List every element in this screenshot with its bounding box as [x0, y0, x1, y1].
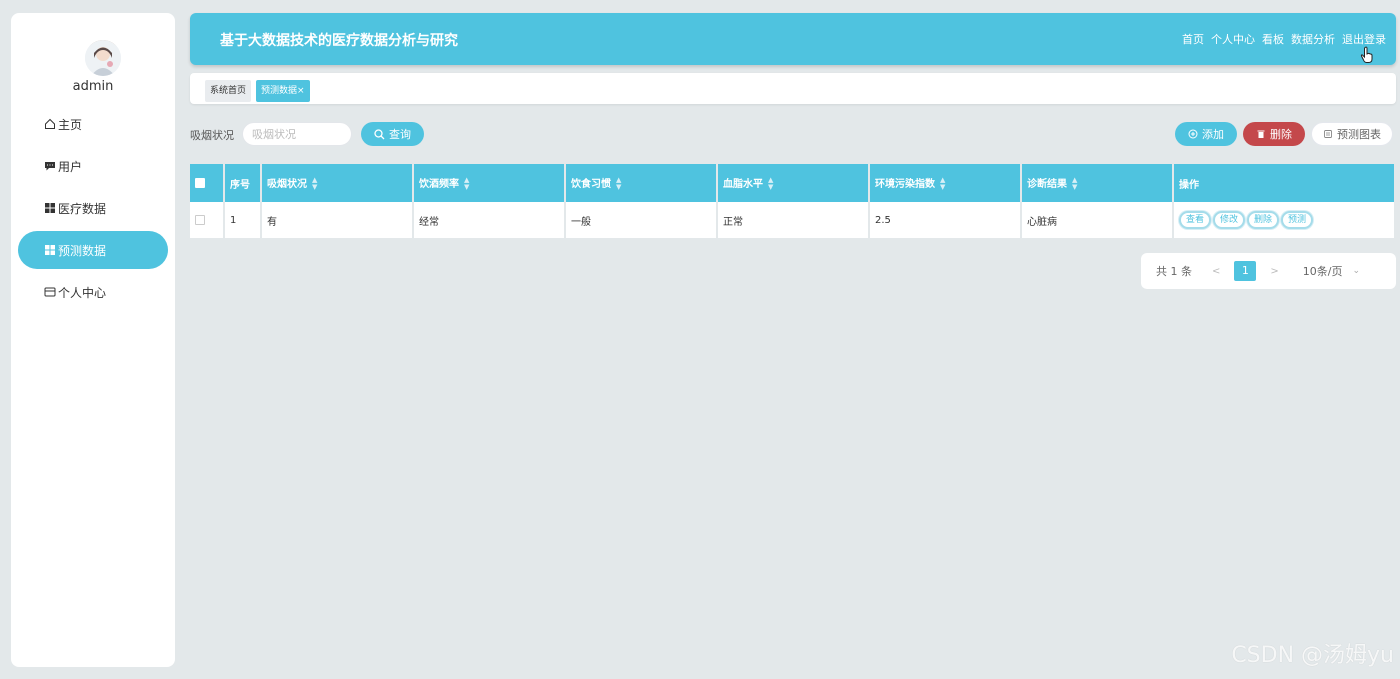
- sidebar: admin 主页 用户 医疗数据 预测数据 个人中心: [11, 13, 175, 667]
- watermark: CSDN @汤姆yu: [1231, 643, 1394, 668]
- search-icon: [374, 128, 385, 139]
- nav-dashboard-link[interactable]: 看板: [1262, 31, 1284, 47]
- nav-home-link[interactable]: 首页: [1182, 31, 1204, 47]
- select-all-checkbox[interactable]: [195, 177, 205, 188]
- sidebar-item-label: 医疗数据: [58, 201, 107, 216]
- sidebar-menu: 主页 用户 医疗数据 预测数据 个人中心: [11, 101, 175, 315]
- page-size-select[interactable]: 10条/页: [1303, 263, 1343, 279]
- query-button[interactable]: 查询: [361, 122, 424, 146]
- table-cell: 心脏病: [1022, 202, 1174, 238]
- sidebar-item-label: 预测数据: [58, 243, 107, 258]
- column-header-label: 序号: [230, 179, 250, 191]
- sidebar-item-label: 用户: [58, 159, 83, 174]
- chevron-down-icon[interactable]: ⌄: [1352, 266, 1360, 276]
- tabs-bar: 系统首页 预测数据×: [190, 73, 1396, 104]
- column-header[interactable]: 血脂水平 ▲ ▼: [718, 164, 870, 202]
- sort-icon[interactable]: ▲ ▼: [768, 177, 773, 191]
- column-header[interactable]: 环境污染指数 ▲ ▼: [870, 164, 1022, 202]
- add-button[interactable]: 添加: [1175, 122, 1237, 146]
- sort-icon[interactable]: ▲ ▼: [312, 177, 317, 191]
- pagination-total: 共 1 条: [1156, 265, 1192, 278]
- nav-logout-link[interactable]: 退出登录: [1342, 31, 1386, 47]
- page-number-button[interactable]: 1: [1234, 261, 1257, 281]
- delete-button[interactable]: 删除: [1243, 122, 1305, 146]
- table-cell: 2.5: [870, 202, 1022, 238]
- column-header[interactable]: 诊断结果 ▲ ▼: [1022, 164, 1174, 202]
- row-actions-cell: 查看 修改 删除 预测: [1174, 202, 1394, 238]
- avatar-image: [85, 40, 121, 76]
- table-cell: 有: [262, 202, 414, 238]
- sort-icon[interactable]: ▲ ▼: [940, 177, 945, 191]
- view-button[interactable]: 查看: [1179, 211, 1212, 229]
- sort-icon[interactable]: ▲ ▼: [616, 177, 621, 191]
- tab-prediction-data[interactable]: 预测数据×: [256, 80, 310, 102]
- chat-icon: [43, 160, 56, 173]
- column-header: 操作: [1174, 164, 1394, 202]
- column-header-label: 饮酒频率: [419, 179, 459, 190]
- sort-icon[interactable]: ▲ ▼: [464, 177, 469, 191]
- column-header[interactable]: 饮食习惯 ▲ ▼: [566, 164, 718, 202]
- table-cell: 经常: [414, 202, 566, 238]
- query-button-label: 查询: [389, 128, 411, 141]
- add-button-label: 添加: [1202, 128, 1224, 141]
- prediction-chart-button-label: 预测图表: [1337, 128, 1381, 141]
- table-cell: 一般: [566, 202, 718, 238]
- nav-personal-center-link[interactable]: 个人中心: [1211, 31, 1255, 47]
- column-header-label: 诊断结果: [1027, 179, 1067, 190]
- column-header-label: 操作: [1179, 179, 1199, 191]
- prediction-chart-button[interactable]: 预测图表: [1311, 122, 1393, 146]
- sidebar-item-users[interactable]: 用户: [18, 147, 168, 185]
- list-icon: [1324, 130, 1332, 138]
- avatar[interactable]: [85, 40, 121, 76]
- smoking-status-search-input[interactable]: [242, 122, 352, 146]
- pagination: 共 1 条 < 1 > 10条/页 ⌄: [1141, 253, 1396, 289]
- tab-system-home[interactable]: 系统首页: [205, 80, 252, 102]
- sort-icon[interactable]: ▲ ▼: [1072, 177, 1077, 191]
- search-label: 吸烟状况: [190, 129, 234, 142]
- sidebar-item-medical-data[interactable]: 医疗数据: [18, 189, 168, 227]
- delete-button-label: 删除: [1270, 128, 1292, 141]
- nav-data-analysis-link[interactable]: 数据分析: [1291, 31, 1335, 47]
- sidebar-item-home[interactable]: 主页: [18, 105, 168, 143]
- grid-icon: [43, 202, 56, 215]
- trash-icon: [1257, 130, 1265, 138]
- prev-page-icon[interactable]: <: [1212, 266, 1220, 277]
- column-header[interactable]: 吸烟状况 ▲ ▼: [262, 164, 414, 202]
- header-nav: 首页 个人中心 看板 数据分析 退出登录: [1182, 31, 1386, 47]
- predict-button[interactable]: 预测: [1281, 211, 1314, 229]
- card-icon: [43, 286, 56, 299]
- table-cell: 正常: [718, 202, 870, 238]
- sidebar-item-label: 个人中心: [58, 285, 107, 300]
- column-header-label: 血脂水平: [723, 179, 763, 190]
- app-title: 基于大数据技术的医疗数据分析与研究: [220, 33, 458, 49]
- username: admin: [72, 79, 114, 94]
- plus-circle-icon: [1188, 129, 1198, 139]
- column-header-label: 饮食习惯: [571, 179, 611, 190]
- hand-cursor-icon: [1360, 46, 1373, 63]
- row-select-cell: [190, 202, 225, 238]
- column-header[interactable]: 饮酒频率 ▲ ▼: [414, 164, 566, 202]
- table-header-row: 序号 吸烟状况 ▲ ▼ 饮酒频率 ▲ ▼ 饮食习惯 ▲ ▼ 血脂水平 ▲ ▼ 环境污染指数 ▲ ▼ …: [190, 164, 1394, 202]
- sidebar-item-personal-center[interactable]: 个人中心: [18, 273, 168, 311]
- column-header-label: 环境污染指数: [875, 179, 935, 190]
- grid-icon: [43, 244, 56, 257]
- table-cell: 1: [225, 202, 262, 238]
- row-checkbox[interactable]: [195, 214, 205, 225]
- next-page-icon[interactable]: >: [1270, 266, 1278, 277]
- sidebar-item-label: 主页: [58, 117, 83, 132]
- column-header-label: 吸烟状况: [267, 179, 307, 190]
- top-header: 基于大数据技术的医疗数据分析与研究 首页 个人中心 看板 数据分析 退出登录: [190, 13, 1396, 65]
- column-header: 序号: [225, 164, 262, 202]
- select-all-cell: [190, 164, 225, 202]
- table-row: 1 有 经常 一般 正常 2.5 心脏病 查看 修改 删除 预测: [190, 202, 1394, 238]
- row-delete-button[interactable]: 删除: [1247, 211, 1280, 229]
- edit-button[interactable]: 修改: [1213, 211, 1246, 229]
- data-table: 序号 吸烟状况 ▲ ▼ 饮酒频率 ▲ ▼ 饮食习惯 ▲ ▼ 血脂水平 ▲ ▼ 环境污染指数 ▲ ▼ …: [190, 164, 1394, 238]
- sidebar-item-prediction-data[interactable]: 预测数据: [18, 231, 168, 269]
- home-icon: [43, 118, 56, 131]
